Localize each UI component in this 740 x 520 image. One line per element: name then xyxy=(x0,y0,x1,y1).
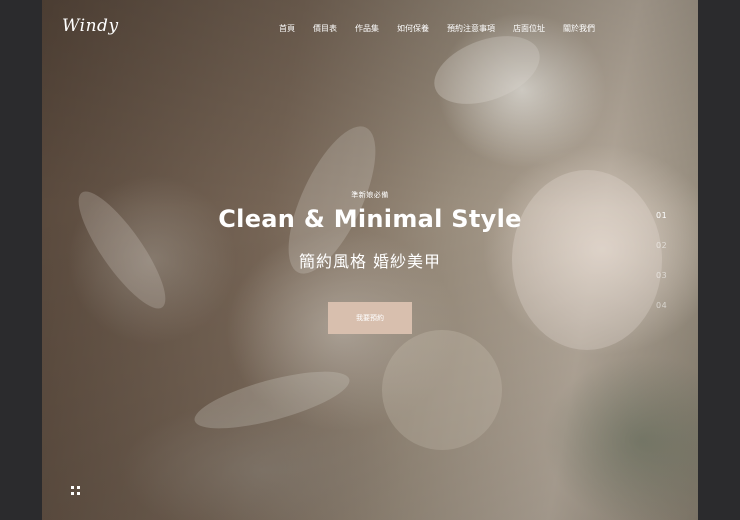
nav-item-pricing[interactable]: 價目表 xyxy=(304,23,346,34)
slide-indicator-02[interactable]: 02 xyxy=(656,241,667,271)
nav-item-location[interactable]: 店面位址 xyxy=(504,23,554,34)
nav-item-about[interactable]: 關於我們 xyxy=(554,23,604,34)
grid-icon-dot xyxy=(71,486,74,489)
grid-icon-dot xyxy=(71,492,74,495)
nav-item-home[interactable]: 首頁 xyxy=(270,23,304,34)
nav-item-booking-notes[interactable]: 預約注意事項 xyxy=(438,23,504,34)
brand-logo[interactable]: Windy xyxy=(62,16,119,36)
grid-icon-dot xyxy=(77,492,80,495)
hero-subtitle: 簡約風格 婚紗美甲 xyxy=(298,252,442,271)
main-nav: 首頁 價目表 作品集 如何保養 預約注意事項 店面位址 關於我們 xyxy=(270,23,604,34)
slide-indicator-03[interactable]: 03 xyxy=(656,271,667,301)
hero-title: Clean & Minimal Style xyxy=(218,205,522,233)
nav-item-portfolio[interactable]: 作品集 xyxy=(346,23,388,34)
slide-indicator-01[interactable]: 01 xyxy=(656,211,667,241)
grid-icon-dot xyxy=(77,486,80,489)
slide-pager: 01 02 03 04 xyxy=(656,211,667,331)
hero-eyebrow: 準新娘必備 xyxy=(351,191,389,199)
grid-icon[interactable] xyxy=(71,486,80,495)
nav-item-care[interactable]: 如何保養 xyxy=(388,23,438,34)
slide-indicator-04[interactable]: 04 xyxy=(656,301,667,331)
book-now-button[interactable]: 我要預約 xyxy=(328,302,412,334)
